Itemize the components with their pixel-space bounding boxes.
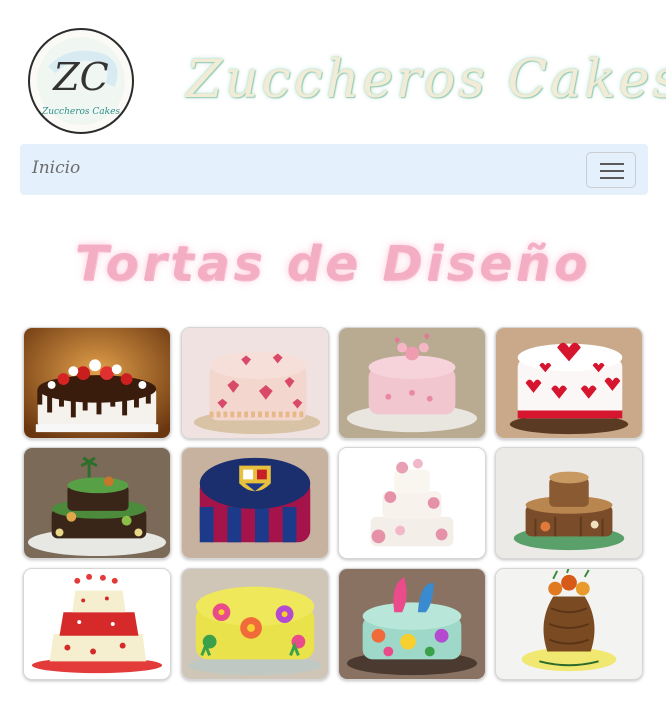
gallery-item-red-polka-dot-topsy-turvy-cake[interactable]: [23, 568, 171, 680]
gallery-item-fc-barcelona-cake[interactable]: [181, 447, 329, 559]
cake-image: [496, 448, 642, 558]
page-title: Tortas de Diseño: [74, 236, 591, 292]
logo-text: Zuccheros Cakes: [41, 107, 120, 117]
cake-image: [339, 328, 485, 438]
logo-monogram: ZC: [52, 55, 108, 99]
cake-image: [339, 448, 485, 558]
cake-image: [24, 448, 170, 558]
gallery-item-dinosaur-tiered-cake[interactable]: [23, 447, 171, 559]
cake-image: [339, 569, 485, 679]
cake-image: [24, 328, 170, 438]
logo-emblem: ZC Zuccheros Cakes: [37, 37, 125, 125]
gallery-item-tree-stump-cake[interactable]: [495, 447, 643, 559]
gallery-item-brown-sack-flower-cake[interactable]: [495, 568, 643, 680]
navbar: Inicio: [20, 144, 648, 195]
cake-image: [496, 569, 642, 679]
cake-image: [182, 448, 328, 558]
gallery-item-chocolate-drip-strawberry-cake[interactable]: [23, 327, 171, 439]
hamburger-menu-icon: [600, 163, 624, 165]
gallery-item-pink-hearts-cake[interactable]: [181, 327, 329, 439]
hamburger-line: [600, 177, 624, 179]
gallery-item-pink-flower-cake[interactable]: [338, 327, 486, 439]
navbar-toggle-button[interactable]: [586, 152, 636, 188]
gallery-item-yellow-flower-cake[interactable]: [181, 568, 329, 680]
gallery-item-red-hearts-cake[interactable]: [495, 327, 643, 439]
gallery-item-white-pink-flower-tiered-cake[interactable]: [338, 447, 486, 559]
nav-link-inicio[interactable]: Inicio: [32, 158, 80, 178]
hamburger-line: [600, 170, 624, 172]
cake-image: [24, 569, 170, 679]
brand-title: Zuccheros Cakes: [186, 50, 666, 110]
cake-image: [182, 569, 328, 679]
cake-image: [496, 328, 642, 438]
cake-image: [182, 328, 328, 438]
gallery-item-trolls-flower-cake[interactable]: [338, 568, 486, 680]
site-logo[interactable]: ZC Zuccheros Cakes: [28, 28, 134, 134]
site-header: ZC Zuccheros Cakes Zuccheros Cakes: [0, 0, 666, 140]
